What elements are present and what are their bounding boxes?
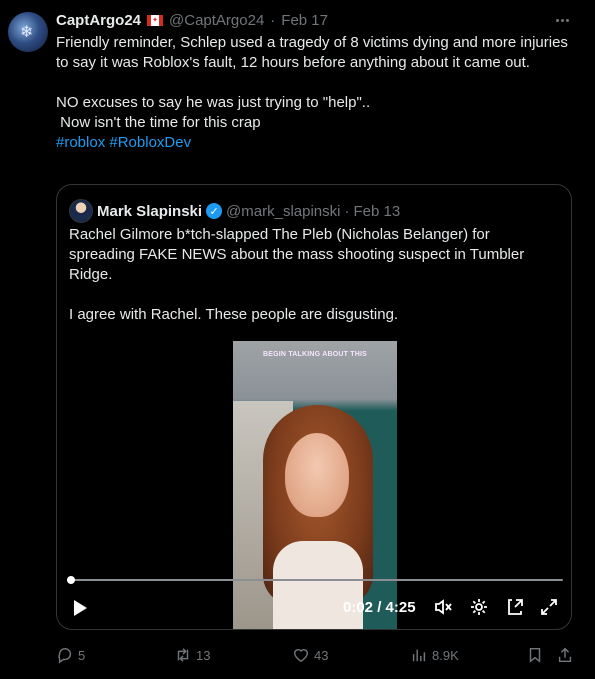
post-text-line: Now isn't the time for this crap — [56, 114, 261, 131]
video-subject-face — [285, 433, 349, 517]
author-handle[interactable]: @CaptArgo24 — [169, 12, 264, 29]
views-button[interactable]: 8.9K — [410, 646, 459, 664]
hashtag-link[interactable]: #RobloxDev — [109, 134, 191, 151]
author-name[interactable]: CaptArgo24 — [56, 12, 141, 29]
post-text-line: NO excuses to say he was just trying to … — [56, 94, 371, 111]
video-timecode: 0:02 / 4:25 — [343, 599, 416, 616]
quoted-author-name[interactable]: Mark Slapinski — [97, 203, 202, 220]
bookmark-button[interactable] — [526, 646, 544, 664]
hashtags: #roblox #RobloxDev — [56, 133, 576, 153]
mute-icon[interactable] — [433, 597, 453, 617]
reply-icon — [58, 647, 72, 664]
repost-icon — [177, 648, 189, 662]
fullscreen-icon[interactable] — [539, 597, 559, 617]
post-text-line — [56, 73, 576, 93]
reply-count: 5 — [78, 647, 86, 663]
video-caption: BEGIN TALKING ABOUT THIS — [263, 351, 367, 358]
quoted-post-date[interactable]: Feb 13 — [353, 203, 400, 220]
quoted-author-avatar[interactable] — [69, 199, 93, 223]
more-options-icon[interactable] — [556, 12, 572, 28]
settings-gear-icon[interactable] — [469, 597, 489, 617]
video-progress-handle[interactable] — [66, 576, 75, 584]
header-separator: · — [270, 11, 276, 29]
share-icon — [558, 647, 572, 663]
share-button[interactable] — [556, 646, 574, 664]
post-text: Friendly reminder, Schlep used a tragedy… — [56, 33, 576, 153]
bookmark-icon — [529, 647, 541, 663]
post-text-line: Friendly reminder, Schlep used a tragedy… — [56, 34, 568, 71]
picture-in-picture-icon[interactable] — [505, 597, 525, 617]
quoted-author-handle[interactable]: @mark_slapinski — [226, 203, 340, 220]
avatar-image: ❄ — [20, 24, 34, 41]
repost-button[interactable]: 13 — [174, 646, 210, 664]
video-time-separator: / — [373, 599, 386, 616]
verified-badge-icon: ✓ — [206, 203, 223, 219]
quoted-post-header: Mark Slapinski ✓ @mark_slapinski · Feb 1… — [97, 199, 400, 223]
quoted-text-line — [69, 285, 559, 305]
hashtag-link[interactable]: #roblox — [56, 134, 105, 151]
video-current-time: 0:02 — [343, 599, 374, 616]
video-progress-bar[interactable] — [66, 576, 563, 584]
quoted-post-text: Rachel Gilmore b*tch-slapped The Pleb (N… — [69, 225, 559, 325]
video-duration: 4:25 — [385, 599, 416, 616]
canada-flag-icon: ✦ — [147, 14, 164, 26]
repost-count: 13 — [196, 647, 211, 663]
post-header: CaptArgo24 ✦ @CaptArgo24 · Feb 17 — [56, 10, 328, 30]
video-player[interactable]: BEGIN TALKING ABOUT THIS — [233, 341, 397, 629]
quoted-text-line: Rachel Gilmore b*tch-slapped The Pleb (N… — [69, 226, 525, 283]
quoted-text-line: I agree with Rachel. These people are di… — [69, 306, 399, 323]
views-chart-icon — [412, 649, 426, 662]
video-subject-shirt — [273, 541, 363, 629]
author-avatar[interactable]: ❄ — [8, 12, 48, 52]
post-date[interactable]: Feb 17 — [281, 12, 328, 29]
quoted-header-separator: · — [344, 202, 350, 220]
play-icon[interactable] — [71, 599, 89, 617]
like-count: 43 — [314, 647, 329, 663]
reply-button[interactable]: 5 — [56, 646, 85, 664]
quoted-post[interactable]: Mark Slapinski ✓ @mark_slapinski · Feb 1… — [56, 184, 572, 630]
heart-icon — [293, 649, 309, 663]
post-actions: 5 13 43 8.9K — [56, 640, 576, 670]
views-count: 8.9K — [432, 647, 459, 663]
like-button[interactable]: 43 — [292, 646, 328, 664]
